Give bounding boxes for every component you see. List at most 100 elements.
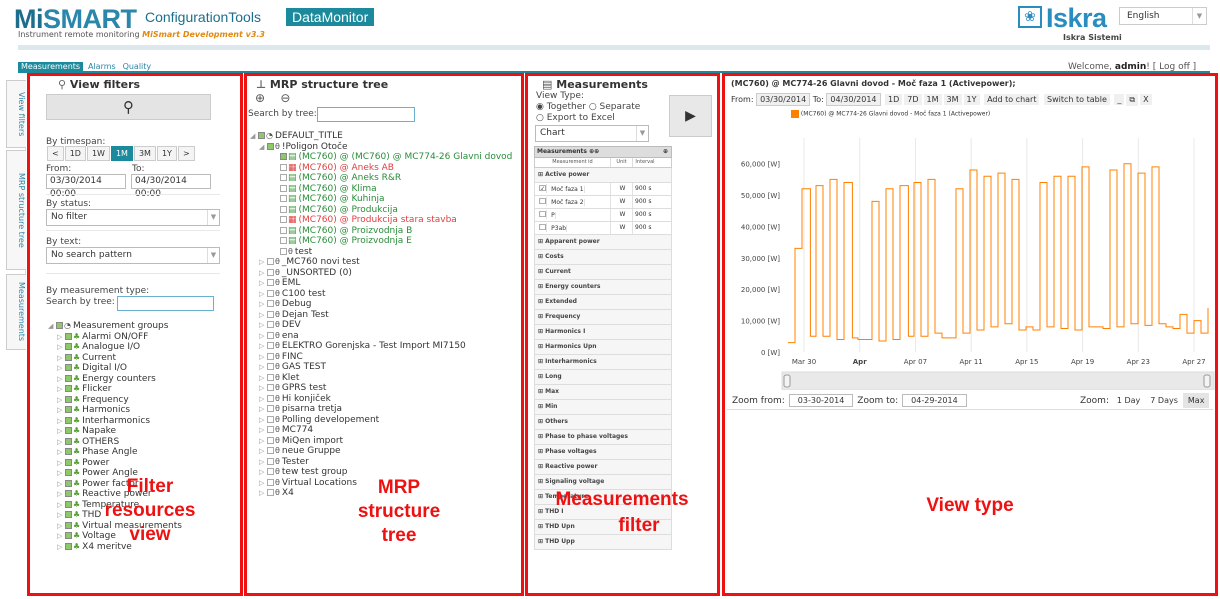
timespan-3m-button[interactable]: 3M [133,146,156,161]
expand-icon[interactable]: ▷ [57,395,65,406]
expand-icon[interactable]: ▷ [259,457,267,467]
expand-icon[interactable]: ▷ [57,458,65,469]
expand-icon[interactable]: ▷ [259,394,267,404]
expand-icon[interactable]: ▷ [259,478,267,488]
group-item[interactable]: ▷ ♣ OTHERS [48,437,238,448]
measurement-group[interactable]: ⊞ Current [534,265,672,280]
tree-node[interactable]: ▷ θ Debug [259,299,312,309]
checkbox[interactable] [267,142,274,150]
col-measurement-id[interactable]: Measurement id [535,158,611,167]
expand-icon[interactable]: ◢ [259,142,267,152]
expand-icon[interactable]: ▷ [57,479,65,490]
expand-icon[interactable]: ▷ [259,268,267,278]
zoom-7-days-button[interactable]: 7 Days [1145,393,1183,408]
group-icon[interactable]: ♣ [73,416,80,425]
radio-export[interactable]: ○ [536,113,544,123]
range-1y-button[interactable]: 1Y [963,94,980,105]
group-icon[interactable]: ♣ [73,500,80,509]
expand-icon[interactable]: ▷ [259,467,267,477]
timespan-1w-button[interactable]: 1W [86,146,110,161]
switch-to-table-button[interactable]: Switch to table [1044,94,1110,105]
group-item[interactable]: ▷ ♣ Current [48,353,238,364]
tree-node[interactable]: ▷ θ C100 test [259,289,326,299]
checkbox[interactable] [65,458,72,466]
checkbox[interactable] [65,343,72,350]
group-icon[interactable]: ♣ [73,342,80,351]
expand-icon[interactable]: ▷ [57,489,65,500]
run-button[interactable]: ▶ [669,95,712,137]
checkbox[interactable] [267,394,274,402]
tree-node[interactable]: ▷ θ neue Gruppe [259,446,341,456]
measurement-group[interactable]: ⊞ Long [534,370,672,385]
checkbox[interactable] [56,322,63,329]
checkbox[interactable] [65,427,72,434]
navigator-left-handle[interactable] [783,374,791,388]
checkbox[interactable] [267,342,274,349]
group-icon[interactable]: ♣ [73,332,80,341]
tree-node[interactable]: ▷ θ Tester [259,457,309,467]
checkbox[interactable] [65,374,72,382]
checkbox[interactable]: ☑ [537,184,548,193]
tree-node[interactable]: ▤ (MC760) @ (MC760) @ MC774-26 Glavni dov… [280,152,512,162]
measurement-group[interactable]: ⊞ Max [534,385,672,400]
zoom-max-button[interactable]: Max [1182,393,1210,408]
checkbox[interactable] [65,542,72,550]
group-item[interactable]: ▷ ♣ Interharmonics [48,416,238,427]
checkbox[interactable] [267,426,274,433]
expand-icon[interactable]: ▷ [57,353,65,364]
tab-alarms[interactable]: Alarms [86,62,118,71]
chart-from-date[interactable]: 03/30/2014 [756,93,811,106]
checkbox[interactable] [267,279,274,286]
group-icon[interactable]: ♣ [73,447,80,456]
expand-icon[interactable]: ▷ [259,289,267,299]
expand-icon[interactable]: ▷ [259,278,267,288]
tree-node[interactable]: ▦ (MC760) @ Produkcija stara stavba [280,215,457,225]
expand-icon[interactable]: ▷ [259,331,267,341]
checkbox[interactable] [65,437,72,445]
tree-node[interactable]: ▷ θ MiQen import [259,436,343,446]
remove-icon[interactable]: ⊕ [594,148,599,155]
measurement-group[interactable]: ⊞ Apparent power [534,235,672,250]
data-monitor-tab[interactable]: DataMonitor [286,8,375,26]
timespan-next-button[interactable]: > [177,146,195,161]
group-item[interactable]: ▷ ♣ Flicker [48,384,238,395]
close-icon[interactable]: X [1140,94,1152,105]
measurement-group[interactable]: ⊞ Energy counters [534,280,672,295]
checkbox[interactable] [267,478,274,486]
checkbox[interactable] [65,395,72,403]
expand-icon[interactable]: ▷ [259,320,267,330]
group-icon[interactable]: ♣ [73,521,80,530]
measurement-row[interactable]: ☑ Moč faza 1 W 900 s [534,183,672,196]
side-tab-view-filters[interactable]: View filters [6,80,26,148]
checkbox[interactable] [65,532,72,539]
checkbox[interactable] [267,489,274,496]
group-icon[interactable]: ♣ [73,353,80,362]
add-to-chart-button[interactable]: Add to chart [984,94,1040,105]
measurement-group[interactable]: ⊞ Costs [534,250,672,265]
tree-node[interactable]: ▷ θ Polling developement [259,415,379,425]
checkbox[interactable]: ☐ [537,210,548,219]
side-tab-measurements[interactable]: Measurements [6,274,26,350]
measurement-group[interactable]: ⊞ Min [534,400,672,415]
measurement-row[interactable]: ☐ P W 900 s [534,209,672,222]
tree-node[interactable]: ▤ (MC760) @ Klima [280,184,377,194]
measurement-name-cell[interactable]: ☐ P [535,209,611,221]
expand-icon[interactable]: ▷ [57,531,65,542]
measurement-name-cell[interactable]: ☐ Moč faza 2 [535,196,611,208]
tab-quality[interactable]: Quality [121,62,154,71]
expand-icon[interactable]: ▷ [57,416,65,427]
tree-node[interactable]: ▷ θ ELEKTRO Gorenjska - Test Import MI7150 [259,341,466,351]
checkbox[interactable] [267,436,274,444]
tree-node[interactable]: ▷ θ GAS TEST [259,362,326,372]
tree-node[interactable]: ▷ θ MC774 [259,425,313,435]
measurement-group[interactable]: ⊞ Phase to phase voltages [534,430,672,445]
tree-node[interactable]: ▷ θ GPRS test [259,383,326,393]
tree-node[interactable]: ◢ ◔ DEFAULT_TITLE [250,131,343,141]
group-item[interactable]: ▷ ♣ Power [48,458,238,469]
expand-icon[interactable]: ▷ [259,415,267,425]
tree-node[interactable]: ◢ θ !Poligon Otoče [259,142,348,152]
checkbox[interactable] [267,405,274,412]
checkbox[interactable] [267,468,274,475]
expand-icon[interactable]: ▷ [57,342,65,353]
checkbox[interactable] [65,364,72,371]
